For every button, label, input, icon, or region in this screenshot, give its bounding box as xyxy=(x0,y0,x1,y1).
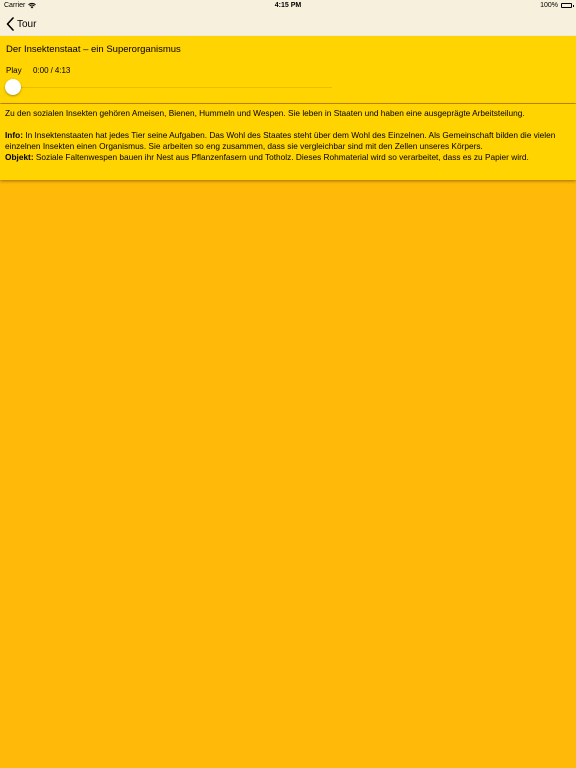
back-button[interactable]: Tour xyxy=(6,15,36,33)
time-separator: / xyxy=(50,66,53,75)
navigation-bar: Tour xyxy=(0,12,576,36)
audio-player: Der Insektenstaat – ein Superorganismus … xyxy=(0,36,576,103)
battery-percent: 100% xyxy=(540,2,558,9)
back-button-label: Tour xyxy=(17,18,37,30)
object-paragraph: Objekt: Soziale Faltenwespen bauen ihr N… xyxy=(5,152,571,163)
status-bar: Carrier 4:15 PM 100% xyxy=(0,0,576,12)
object-text: Soziale Faltenwespen bauen ihr Nest aus … xyxy=(33,152,529,162)
seek-slider-thumb[interactable] xyxy=(5,79,21,95)
track-title: Der Insektenstaat – ein Superorganismus xyxy=(6,44,181,55)
info-text: In Insektenstaaten hat jedes Tier seine … xyxy=(5,130,556,151)
description-card: Zu den sozialen Insekten gehören Ameisen… xyxy=(0,104,576,180)
chevron-left-icon xyxy=(6,17,14,31)
battery-icon xyxy=(561,3,574,8)
seek-slider-track[interactable] xyxy=(13,87,332,88)
intro-paragraph: Zu den sozialen Insekten gehören Ameisen… xyxy=(5,108,525,118)
current-time: 0:00 xyxy=(33,66,49,75)
info-label: Info: xyxy=(5,130,23,140)
info-paragraph: Info: In Insektenstaaten hat jedes Tier … xyxy=(5,130,571,152)
status-time: 4:15 PM xyxy=(274,2,302,9)
object-label: Objekt: xyxy=(5,152,34,162)
play-button[interactable]: Play xyxy=(6,66,22,75)
time-readout: 0:00/4:13 xyxy=(33,66,70,75)
duration: 4:13 xyxy=(54,66,71,75)
